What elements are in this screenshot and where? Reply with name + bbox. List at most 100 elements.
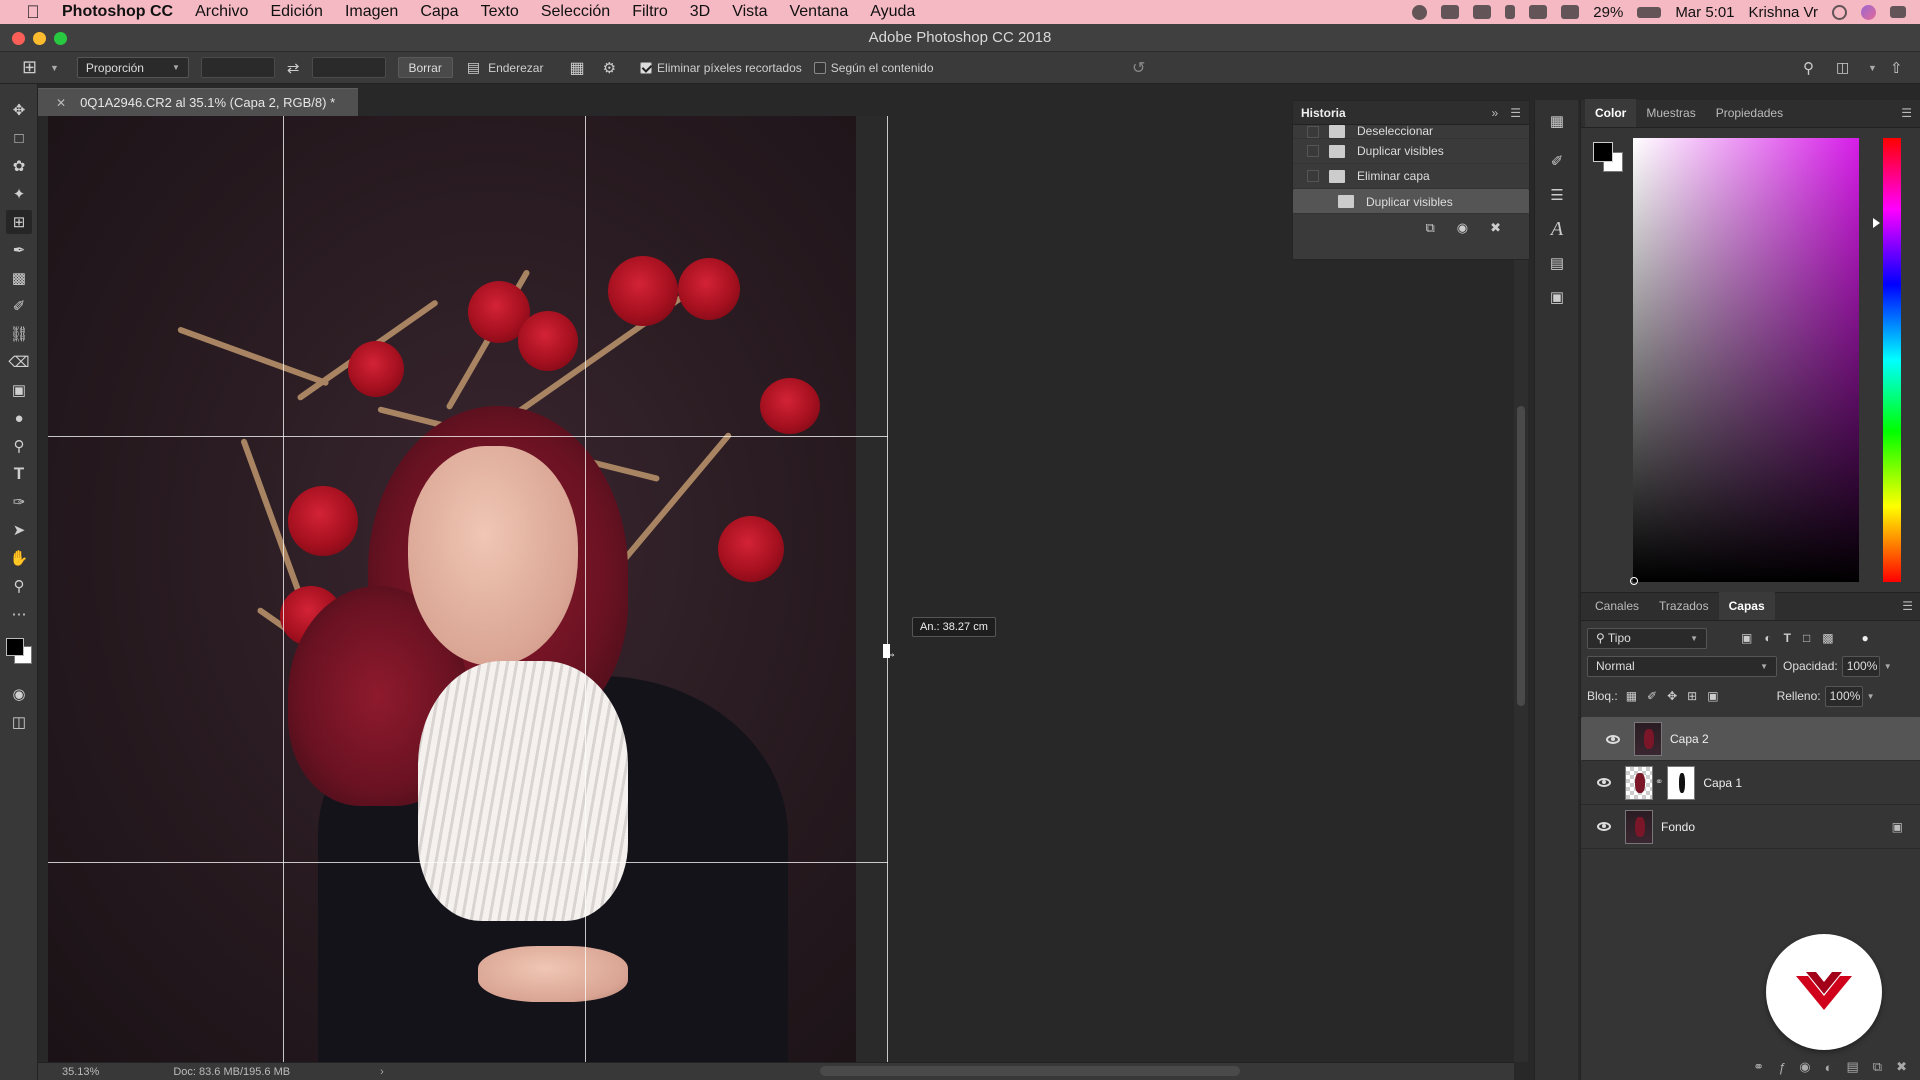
- tab-canales[interactable]: Canales: [1585, 599, 1649, 620]
- lock-artboard-icon[interactable]: ⊞: [1687, 689, 1697, 703]
- marquee-tool-icon[interactable]: □: [6, 126, 32, 150]
- height-field[interactable]: [311, 57, 386, 78]
- close-tab-icon[interactable]: ✕: [56, 96, 66, 110]
- new-group-icon[interactable]: ▤: [1847, 1059, 1859, 1075]
- hand-tool-icon[interactable]: ✋: [6, 546, 32, 570]
- quick-select-tool-icon[interactable]: ✦: [6, 182, 32, 206]
- opacity-field[interactable]: 100%: [1841, 655, 1880, 677]
- menu-capa[interactable]: Capa: [420, 3, 458, 21]
- tab-muestras[interactable]: Muestras: [1636, 106, 1705, 127]
- filter-pixel-icon[interactable]: ▣: [1741, 631, 1752, 645]
- history-snapshot-box[interactable]: [1307, 145, 1319, 157]
- panel-menu-icon[interactable]: ☰: [1510, 106, 1521, 120]
- crop-extension-area[interactable]: [856, 116, 888, 1062]
- straighten-button[interactable]: Enderezar: [488, 61, 543, 75]
- close-window-button[interactable]: [12, 32, 25, 45]
- layer-row[interactable]: ⚭ Capa 1: [1581, 761, 1920, 805]
- menu-edicion[interactable]: Edición: [270, 3, 322, 21]
- blend-mode-select[interactable]: Normal ▼: [1587, 655, 1777, 677]
- type-tool-icon[interactable]: T: [6, 462, 32, 486]
- tab-capas[interactable]: Capas: [1718, 592, 1775, 620]
- tab-trazados[interactable]: Trazados: [1649, 599, 1719, 620]
- photo[interactable]: [48, 116, 856, 1062]
- dodge-tool-icon[interactable]: ⚲: [6, 434, 32, 458]
- airplay-icon[interactable]: [1561, 5, 1580, 19]
- menu-imagen[interactable]: Imagen: [345, 3, 398, 21]
- picker-cursor[interactable]: [1630, 577, 1638, 585]
- foreground-color-swatch[interactable]: [1593, 142, 1613, 162]
- menu-texto[interactable]: Texto: [481, 3, 519, 21]
- layer-row[interactable]: Capa 2: [1581, 717, 1920, 761]
- history-panel-icon[interactable]: ▦: [1542, 108, 1572, 134]
- fx-icon[interactable]: ƒ: [1778, 1060, 1785, 1075]
- content-aware-checkbox[interactable]: [813, 61, 826, 74]
- filter-smart-icon[interactable]: ▩: [1822, 631, 1833, 645]
- panel-menu-icon[interactable]: ☰: [1902, 599, 1913, 620]
- color-picker-field[interactable]: [1630, 138, 1859, 585]
- new-layer-icon[interactable]: ⧉: [1873, 1059, 1882, 1075]
- link-layers-icon[interactable]: ⚭: [1753, 1059, 1764, 1075]
- menu-ayuda[interactable]: Ayuda: [870, 3, 915, 21]
- lasso-tool-icon[interactable]: ✿: [6, 154, 32, 178]
- add-mask-icon[interactable]: ◉: [1799, 1059, 1810, 1075]
- history-snapshot-box[interactable]: [1307, 126, 1319, 138]
- notes-icon[interactable]: ▣: [1542, 284, 1572, 310]
- camera-icon[interactable]: ◉: [1457, 220, 1468, 236]
- adjustment-layer-icon[interactable]: ◐: [1825, 1060, 1833, 1075]
- siri-icon[interactable]: [1861, 4, 1876, 20]
- visibility-eye-icon[interactable]: [1597, 822, 1611, 831]
- app-icon[interactable]: [1473, 5, 1492, 19]
- history-snapshot-box[interactable]: [1316, 195, 1328, 208]
- visibility-eye-icon[interactable]: [1606, 734, 1620, 744]
- bluetooth-icon[interactable]: [1505, 5, 1516, 19]
- scroll-thumb[interactable]: [1517, 406, 1525, 706]
- overlay-grid-icon[interactable]: ▦: [569, 58, 584, 78]
- more-tools-icon[interactable]: ⋯: [6, 602, 32, 626]
- clock[interactable]: Mar 5:01: [1675, 4, 1734, 21]
- eyedropper-tool-icon[interactable]: ✒: [6, 238, 32, 262]
- document-tab[interactable]: ✕ 0Q1A2946.CR2 al 35.1% (Capa 2, RGB/8) …: [38, 88, 358, 116]
- layer-row[interactable]: Fondo ▣: [1581, 805, 1920, 849]
- horizontal-scroll-thumb[interactable]: [820, 1066, 1240, 1076]
- paragraph-panel-icon[interactable]: ▤: [1542, 250, 1572, 276]
- history-item[interactable]: Duplicar visibles: [1293, 139, 1529, 164]
- tab-color[interactable]: Color: [1585, 99, 1637, 127]
- filter-shape-icon[interactable]: □: [1803, 631, 1810, 645]
- wifi-icon[interactable]: [1529, 5, 1548, 19]
- panel-menu-icon[interactable]: ☰: [1901, 106, 1912, 127]
- clear-button[interactable]: Borrar: [397, 57, 453, 78]
- layer-filter-select[interactable]: ⚲ Tipo ▼: [1587, 627, 1707, 649]
- search-icon[interactable]: ⚲: [1803, 59, 1814, 77]
- reset-icon[interactable]: ↺: [1132, 58, 1145, 78]
- eraser-tool-icon[interactable]: ⌫: [6, 350, 32, 374]
- layer-name[interactable]: Capa 2: [1670, 732, 1709, 746]
- width-field[interactable]: [200, 57, 275, 78]
- adjustments-icon[interactable]: ☰: [1542, 182, 1572, 208]
- lock-all-icon[interactable]: ▣: [1707, 689, 1718, 703]
- path-select-tool-icon[interactable]: ➤: [6, 518, 32, 542]
- hue-slider[interactable]: [1873, 138, 1901, 582]
- minimize-window-button[interactable]: [33, 32, 46, 45]
- battery-icon[interactable]: [1637, 6, 1662, 18]
- quick-mask-icon[interactable]: ◉: [6, 682, 32, 706]
- menu-filtro[interactable]: Filtro: [632, 3, 668, 21]
- history-item[interactable]: Eliminar capa: [1293, 164, 1529, 189]
- lock-transparent-icon[interactable]: ▦: [1626, 689, 1637, 703]
- user-name[interactable]: Krishna Vr: [1749, 4, 1818, 21]
- menu-vista[interactable]: Vista: [732, 3, 767, 21]
- straighten-icon[interactable]: ▤: [467, 59, 480, 76]
- brush-settings-icon[interactable]: ✐: [1542, 148, 1572, 174]
- stamp-tool-icon[interactable]: ⛓: [6, 322, 32, 346]
- foreground-color-swatch[interactable]: [6, 638, 24, 656]
- record-icon[interactable]: [1412, 4, 1428, 20]
- share-icon[interactable]: ⇧: [1890, 59, 1903, 77]
- chevron-down-icon[interactable]: ▼: [1867, 692, 1875, 701]
- menu-3d[interactable]: 3D: [690, 3, 710, 21]
- healing-brush-tool-icon[interactable]: ▩: [6, 266, 32, 290]
- brush-tool-icon[interactable]: ✐: [6, 294, 32, 318]
- expand-icon[interactable]: »: [1492, 106, 1499, 120]
- workspace-icon[interactable]: ◫: [1836, 59, 1849, 76]
- new-document-icon[interactable]: ⧉: [1425, 220, 1434, 236]
- move-tool-icon[interactable]: ✥: [6, 98, 32, 122]
- character-panel-icon[interactable]: A: [1542, 216, 1572, 242]
